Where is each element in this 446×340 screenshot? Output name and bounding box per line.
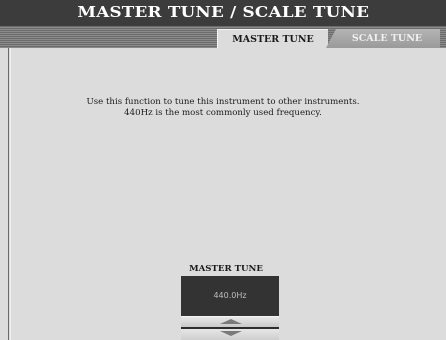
- tab-master-tune-label: MASTER TUNE: [232, 34, 314, 45]
- panel-divider: [8, 48, 9, 340]
- description-line-1: Use this function to tune this instrumen…: [86, 97, 360, 107]
- master-tune-control-label: MASTER TUNE: [189, 264, 263, 274]
- tab-master-tune[interactable]: MASTER TUNE: [217, 29, 328, 48]
- tab-scale-tune[interactable]: SCALE TUNE: [326, 29, 440, 48]
- master-tune-value-display[interactable]: 440.0Hz: [181, 276, 279, 316]
- page-title: MASTER TUNE / SCALE TUNE: [77, 3, 369, 21]
- description-line-2: 440Hz is the most commonly used frequenc…: [124, 108, 322, 118]
- master-tune-value: 440.0Hz: [213, 291, 247, 300]
- tab-scale-tune-label: SCALE TUNE: [351, 33, 423, 44]
- description-text: Use this function to tune this instrumen…: [0, 97, 446, 119]
- triangle-up-icon: [220, 319, 242, 324]
- panel-divider-highlight: [10, 48, 11, 340]
- triangle-down-icon: [220, 331, 242, 336]
- title-bar: MASTER TUNE / SCALE TUNE: [0, 0, 446, 26]
- tune-screen: MASTER TUNE / SCALE TUNE MASTER TUNE SCA…: [0, 0, 446, 340]
- decrease-button[interactable]: [181, 329, 279, 340]
- increase-button[interactable]: [181, 316, 279, 327]
